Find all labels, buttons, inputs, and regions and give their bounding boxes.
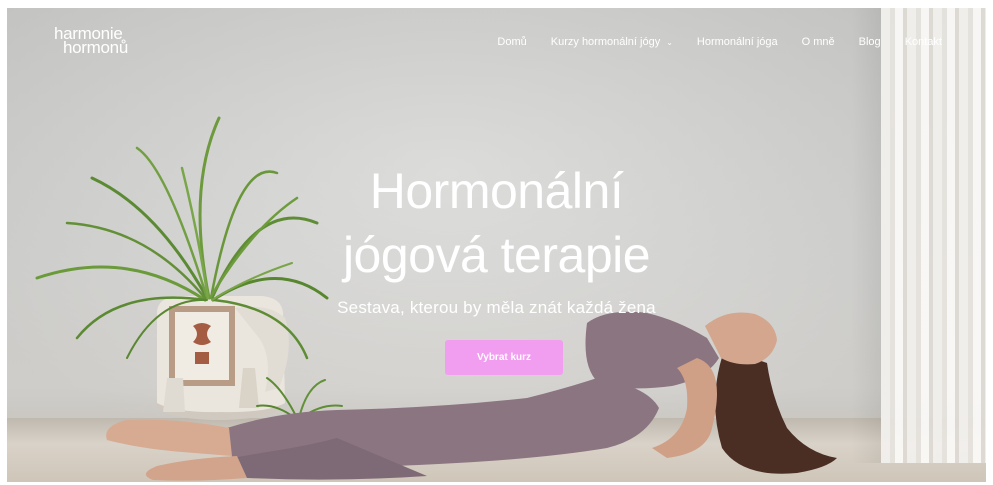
hero-title-line-2: jógová terapie [342, 227, 651, 283]
hero-section: harmonie hormonů Domů Kurzy hormonální j… [7, 8, 986, 482]
nav-link-o-mne[interactable]: O mně [802, 36, 835, 48]
nav-link-domu[interactable]: Domů [497, 36, 526, 48]
chevron-down-icon: ⌄ [666, 37, 673, 47]
nav-label: O mně [801, 36, 835, 48]
nav-label: Kurzy hormonální jógy [550, 36, 661, 48]
main-navigation: Domů Kurzy hormonální jógy ⌄ Hormonální j… [497, 36, 942, 48]
hero-subtitle: Sestava, kterou by měla znát každá žena [337, 298, 656, 317]
nav-link-hormonalni-joga[interactable]: Hormonální jóga [697, 36, 778, 48]
choose-course-button[interactable]: Vybrat kurz [445, 340, 563, 375]
site-logo[interactable]: harmonie hormonů [54, 25, 128, 57]
nav-link-kurzy[interactable]: Kurzy hormonální jógy ⌄ [551, 36, 673, 48]
logo-line-2: hormonů [63, 38, 128, 57]
nav-label: Kontakt [904, 36, 942, 48]
nav-label: Hormonální jóga [696, 36, 778, 48]
nav-link-kontakt[interactable]: Kontakt [905, 36, 942, 48]
hero-title-line-1: Hormonální [369, 163, 624, 219]
nav-link-blog[interactable]: Blog [859, 36, 881, 48]
nav-label: Blog [858, 36, 881, 48]
nav-label: Domů [497, 36, 527, 48]
hero-title: Hormonální jógová terapie [7, 159, 986, 287]
